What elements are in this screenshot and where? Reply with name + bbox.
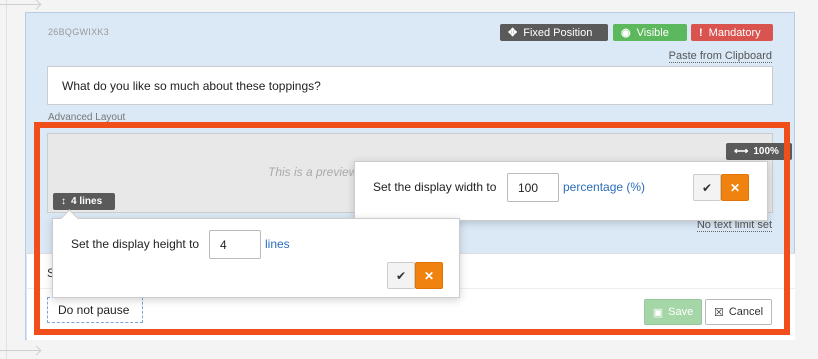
resize-vertical-icon: ↕ (61, 196, 66, 207)
eye-icon: ◉ (621, 27, 631, 39)
question-text: What do you like so much about these top… (62, 78, 321, 93)
width-popover-label: Set the display width to (373, 180, 497, 194)
resize-horizontal-icon: ⟷ (734, 146, 749, 157)
exclamation-icon: ! (699, 26, 703, 39)
width-chip[interactable]: ⟷ 100% (726, 143, 792, 160)
width-confirm-button[interactable]: ✔ (693, 174, 721, 201)
left-rail-line (6, 0, 7, 359)
cancel-label: Cancel (728, 306, 764, 318)
width-unit: percentage (%) (563, 180, 646, 194)
width-chip-label: 100% (753, 146, 779, 157)
lines-chip-label: 4 lines (71, 196, 103, 207)
height-confirm-button[interactable]: ✔ (387, 262, 415, 289)
height-popover-label: Set the display height to (71, 237, 200, 251)
fixed-position-badge[interactable]: ✥ Fixed Position (500, 24, 608, 41)
height-popover: Set the display height to lines ✔ ✕ (52, 218, 460, 298)
width-popover: Set the display width to percentage (%) … (354, 161, 768, 221)
check-icon: ✔ (395, 268, 407, 283)
close-icon: ✕ (423, 268, 435, 283)
width-dismiss-button[interactable]: ✕ (721, 174, 749, 201)
question-text-field[interactable]: What do you like so much about these top… (47, 66, 773, 105)
pause-option[interactable]: Do not pause (47, 297, 143, 323)
cancel-icon: ☒ (713, 306, 724, 319)
rail-arrow-top (0, 4, 40, 5)
lines-chip[interactable]: ↕ 4 lines (53, 193, 115, 210)
height-unit: lines (265, 237, 290, 251)
height-dismiss-button[interactable]: ✕ (415, 262, 443, 289)
mandatory-badge[interactable]: ! Mandatory (691, 24, 773, 41)
visible-label: Visible (636, 26, 669, 39)
question-id: 26BQGWIXK3 (48, 27, 110, 37)
cancel-button[interactable]: ☒ Cancel (705, 299, 772, 325)
check-icon: ✔ (701, 180, 713, 195)
height-input[interactable] (209, 230, 261, 259)
paste-from-clipboard-link[interactable]: Paste from Clipboard (668, 50, 772, 63)
visible-badge[interactable]: ◉ Visible (613, 24, 687, 41)
close-icon: ✕ (729, 180, 741, 195)
move-icon: ✥ (508, 27, 518, 39)
fixed-position-label: Fixed Position (523, 26, 593, 39)
save-icon: ▣ (652, 306, 664, 319)
rail-arrow-bottom (0, 350, 40, 351)
advanced-layout-label: Advanced Layout (48, 112, 126, 123)
mandatory-label: Mandatory (708, 26, 761, 39)
save-label: Save (668, 306, 694, 318)
preview-text: This is a preview (268, 165, 358, 179)
pause-option-label: Do not pause (58, 303, 130, 317)
save-button[interactable]: ▣ Save (644, 299, 702, 325)
width-input[interactable] (507, 173, 559, 202)
